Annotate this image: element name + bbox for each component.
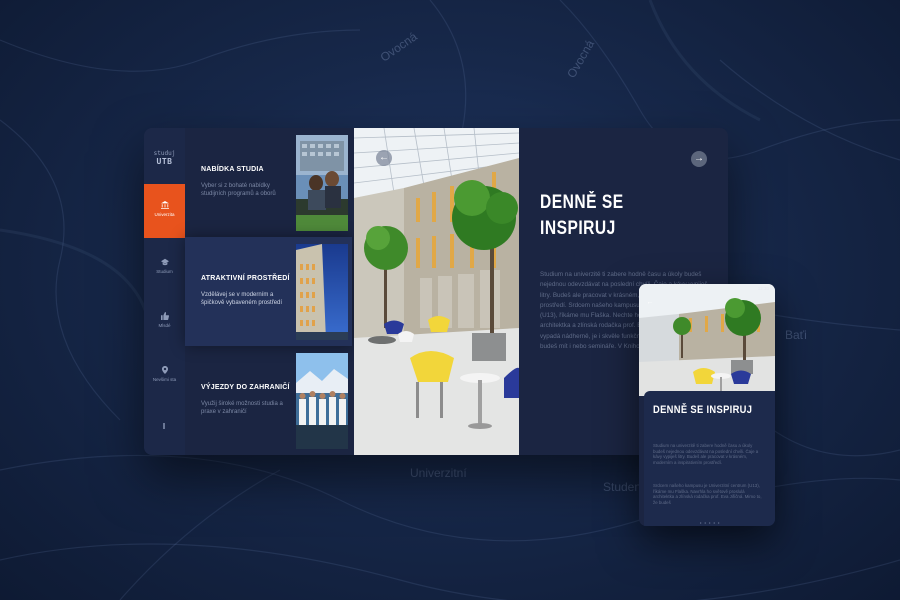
back-arrow-icon[interactable]: ← [645,298,655,308]
map-label: Univerzitní [410,466,467,480]
sidebar-item-label: Univerzita [154,212,175,217]
sidebar-item-univerzita[interactable]: Univerzita [144,184,185,238]
card-title: VÝJEZDY DO ZAHRANIČÍ [201,384,290,391]
scroll-indicator [163,423,165,429]
prev-arrow-icon[interactable]: ← [376,150,392,166]
hero-image: ← [354,128,519,455]
phone-text: Studium na univerzitě ti zabere hodně ča… [653,443,759,465]
map-label: Studen [603,480,642,494]
phone-title: DENNĚ SE INSPIRUJ [653,404,753,416]
location-pin-icon [161,366,168,374]
logo-line1: studuj [153,150,176,157]
students-photo [296,135,348,231]
sidebar-item-mlsde[interactable]: Mlsdé [144,294,185,348]
card-text: Vzdělávej se v moderním a špičkově vybav… [201,292,283,306]
phone-info-card: DENNĚ SE INSPIRUJ Studium na univerzitě … [644,391,775,526]
graduation-cap-icon [160,258,169,266]
card-title: NABÍDKA STUDIA [201,166,264,173]
sidebar-item-label: Studium [156,269,173,274]
sidebar-item-label: Nevšimi sta [152,377,177,382]
logo: studuj UTB [144,150,185,166]
sidebar-item-studium[interactable]: Studium [144,240,185,294]
cards-column: NABÍDKA STUDIA Vyber si z bohaté nabídky… [185,128,352,455]
atrium-photo [354,128,519,455]
card-atraktivni-prostredi[interactable]: ATRAKTIVNÍ PROSTŘEDÍ Vzdělávej se v mode… [185,237,352,346]
card-text: Využij široké možnosti studia a praxe v … [201,401,283,415]
university-icon [160,201,169,209]
status-bar-time: 12:30 [757,286,769,291]
next-arrow-icon[interactable]: → [691,151,707,167]
sidebar-item-nevsimi[interactable]: Nevšimi sta [144,348,185,402]
group-photo [296,353,348,449]
building-photo [296,244,348,340]
card-text: Vyber si z bohaté nabídky studijních pro… [201,183,276,197]
phone-mockup: 12:30 ← DENNĚ SE INSPIRUJ Studium na uni… [639,284,775,526]
card-title: ATRAKTIVNÍ PROSTŘEDÍ [201,275,290,282]
phone-hero-image: 12:30 ← [639,284,775,396]
card-vyjezdy-do-zahranici[interactable]: VÝJEZDY DO ZAHRANIČÍ Využij široké možno… [185,346,352,455]
sidebar: studuj UTB Univerzita Studium Mlsdé Nevš… [144,128,185,455]
page-indicator: • • • • • [700,520,721,525]
thumbs-up-icon [160,312,169,320]
logo-line2: UTB [156,157,173,166]
map-label: Baťi [785,328,807,342]
atrium-photo [639,284,775,396]
sidebar-item-label: Mlsdé [158,323,171,328]
card-nabidka-studia[interactable]: NABÍDKA STUDIA Vyber si z bohaté nabídky… [185,128,352,237]
phone-text: Srdcem našeho kampusu je Univerzitní cen… [653,483,762,505]
info-title: DENNĚ SE INSPIRUJ [540,192,624,239]
